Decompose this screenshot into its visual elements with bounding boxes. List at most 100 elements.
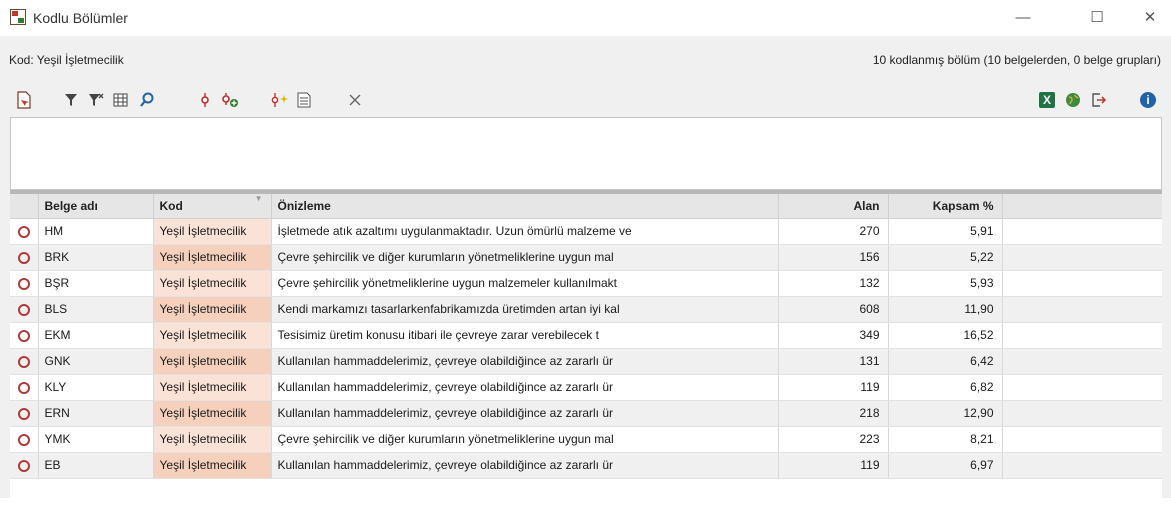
add-code-icon[interactable] (220, 90, 240, 110)
preview-cell: Kendi markamızı tasarlarkenfabrikamızda … (271, 296, 779, 323)
export-icon[interactable] (1089, 90, 1109, 110)
circle-marker-icon (17, 407, 30, 420)
area-cell: 156 (778, 244, 889, 271)
maximize-button[interactable]: ☐ (1082, 6, 1112, 30)
preview-cell: Kullanılan hammaddelerimiz, çevreye olab… (271, 452, 779, 479)
table-row[interactable]: EKM Yeşil İşletmecilik Tesisimiz üretim … (10, 322, 1162, 349)
close-icon[interactable] (345, 90, 365, 110)
code-cell: Yeşil İşletmecilik (153, 322, 272, 349)
filler-cell (1002, 400, 1162, 427)
minimize-button[interactable]: — (1008, 6, 1038, 30)
column-header-area[interactable]: Alan (778, 194, 889, 219)
coverage-cell: 6,97 (888, 452, 1003, 479)
table-row[interactable]: HM Yeşil İşletmecilik İşletmede atık aza… (10, 218, 1162, 245)
filler-cell (1002, 374, 1162, 401)
document-pointer-icon[interactable] (14, 90, 34, 110)
table-header-row: Belge adı Kod Önizleme Alan Kapsam % (10, 194, 1162, 219)
row-marker[interactable] (10, 452, 39, 479)
column-header-document[interactable]: Belge adı (38, 194, 154, 219)
row-marker[interactable] (10, 400, 39, 427)
code-cell: Yeşil İşletmecilik (153, 296, 272, 323)
row-marker[interactable] (10, 322, 39, 349)
circle-marker-icon (17, 303, 30, 316)
column-header-code[interactable]: Kod (153, 194, 272, 219)
filler-cell (1002, 218, 1162, 245)
circle-marker-icon (17, 433, 30, 446)
comment-area[interactable] (10, 117, 1162, 190)
info-icon[interactable]: i (1140, 92, 1156, 108)
table-row[interactable]: ERN Yeşil İşletmecilik Kullanılan hammad… (10, 400, 1162, 427)
filler-cell (1002, 296, 1162, 323)
table-row[interactable]: BŞR Yeşil İşletmecilik Çevre şehircilik … (10, 270, 1162, 297)
search-icon[interactable] (137, 90, 157, 110)
circle-marker-icon (17, 381, 30, 394)
row-marker[interactable] (10, 296, 39, 323)
coverage-cell: 6,42 (888, 348, 1003, 375)
circle-marker-icon (17, 355, 30, 368)
excel-export-icon[interactable]: X (1039, 92, 1055, 108)
filler-cell (1002, 426, 1162, 453)
area-cell: 119 (778, 452, 889, 479)
coverage-cell: 8,21 (888, 426, 1003, 453)
area-cell: 608 (778, 296, 889, 323)
document-name-cell: BLS (38, 296, 154, 323)
coverage-cell: 11,90 (888, 296, 1003, 323)
preview-cell: Çevre şehircilik ve diğer kurumların yön… (271, 426, 779, 453)
area-cell: 132 (778, 270, 889, 297)
preview-cell: Tesisimiz üretim konusu itibari ile çevr… (271, 322, 779, 349)
segment-summary: 10 kodlanmış bölüm (10 belgelerden, 0 be… (872, 53, 1161, 67)
clear-filter-icon[interactable] (86, 90, 106, 110)
row-marker[interactable] (10, 270, 39, 297)
row-marker[interactable] (10, 348, 39, 375)
column-header-filler (1002, 194, 1162, 219)
code-cell: Yeşil İşletmecilik (153, 270, 272, 297)
table-row[interactable]: BLS Yeşil İşletmecilik Kendi markamızı t… (10, 296, 1162, 323)
circle-marker-icon (17, 459, 30, 472)
circle-marker-icon (17, 277, 30, 290)
table-row[interactable]: GNK Yeşil İşletmecilik Kullanılan hammad… (10, 348, 1162, 375)
column-header-preview[interactable]: Önizleme (271, 194, 779, 219)
column-grid-icon[interactable] (110, 90, 130, 110)
document-name-cell: GNK (38, 348, 154, 375)
row-marker[interactable] (10, 218, 39, 245)
code-cell: Yeşil İşletmecilik (153, 452, 272, 479)
filler-cell (1002, 452, 1162, 479)
area-cell: 218 (778, 400, 889, 427)
filler-cell (1002, 270, 1162, 297)
circle-marker-icon (17, 225, 30, 238)
window-title: Kodlu Bölümler (33, 10, 128, 26)
document-name-cell: BRK (38, 244, 154, 271)
filler-cell (1002, 348, 1162, 375)
row-marker[interactable] (10, 244, 39, 271)
document-name-cell: EB (38, 452, 154, 479)
code-cell: Yeşil İşletmecilik (153, 400, 272, 427)
table-row[interactable]: YMK Yeşil İşletmecilik Çevre şehircilik … (10, 426, 1162, 453)
row-marker[interactable] (10, 374, 39, 401)
document-name-cell: EKM (38, 322, 154, 349)
column-header-coverage[interactable]: Kapsam % (888, 194, 1003, 219)
code-cell: Yeşil İşletmecilik (153, 244, 272, 271)
coverage-cell: 12,90 (888, 400, 1003, 427)
overview-list-icon[interactable] (294, 90, 314, 110)
coverage-cell: 5,93 (888, 270, 1003, 297)
area-cell: 131 (778, 348, 889, 375)
code-cell: Yeşil İşletmecilik (153, 348, 272, 375)
code-cell: Yeşil İşletmecilik (153, 218, 272, 245)
table-row[interactable]: BRK Yeşil İşletmecilik Çevre şehircilik … (10, 244, 1162, 271)
area-cell: 223 (778, 426, 889, 453)
filter-icon[interactable] (61, 90, 81, 110)
code-highlight-icon[interactable] (270, 90, 290, 110)
code-icon[interactable] (195, 90, 215, 110)
filler-cell (1002, 322, 1162, 349)
table-row[interactable]: KLY Yeşil İşletmecilik Kullanılan hammad… (10, 374, 1162, 401)
close-window-button[interactable]: ✕ (1135, 6, 1165, 30)
code-cell: Yeşil İşletmecilik (153, 426, 272, 453)
code-label: Kod: Yeşil İşletmecilik (9, 53, 124, 67)
title-bar: Kodlu Bölümler — ☐ ✕ (0, 0, 1171, 36)
row-marker[interactable] (10, 426, 39, 453)
column-header-marker[interactable] (10, 194, 39, 219)
preview-cell: Çevre şehircilik ve diğer kurumların yön… (271, 244, 779, 271)
globe-icon[interactable] (1063, 90, 1083, 110)
coverage-cell: 6,82 (888, 374, 1003, 401)
table-row[interactable]: EB Yeşil İşletmecilik Kullanılan hammadd… (10, 452, 1162, 479)
